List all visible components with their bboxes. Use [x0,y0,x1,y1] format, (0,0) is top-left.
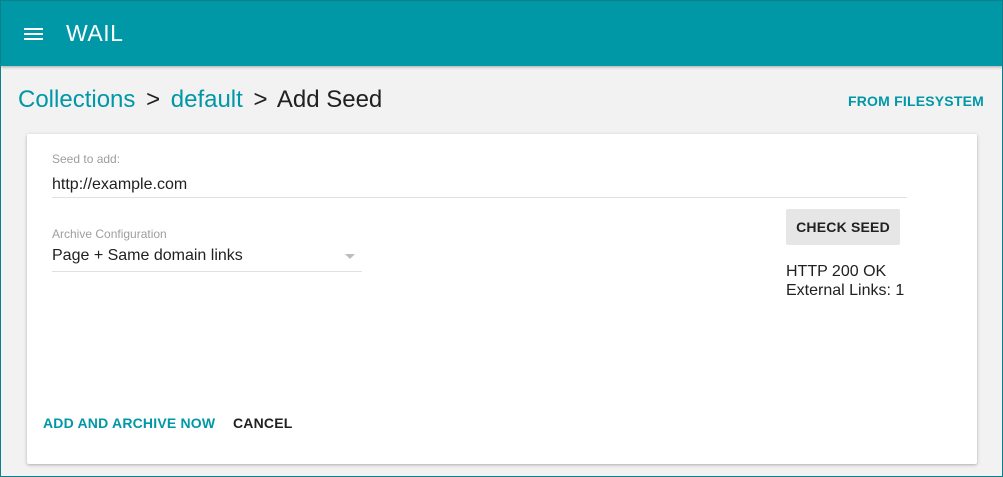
archive-config-select[interactable]: Page + Same domain links [52,244,362,272]
app-bar: WAIL [1,1,1002,66]
breadcrumb-default-link[interactable]: default [171,86,243,113]
app-window: WAIL Collections > default > Add Seed FR… [0,0,1003,477]
breadcrumb-collections-link[interactable]: Collections [18,86,135,113]
breadcrumb: Collections > default > Add Seed [18,86,382,114]
add-and-archive-button[interactable]: ADD AND ARCHIVE NOW [43,415,215,431]
archive-config-label: Archive Configuration [52,227,167,241]
breadcrumb-separator: > [253,86,268,113]
http-status-text: HTTP 200 OK [786,263,887,280]
archive-config-value: Page + Same domain links [52,247,243,264]
from-filesystem-button[interactable]: FROM FILESYSTEM [848,93,984,109]
add-seed-card: Seed to add: Archive Configuration Page … [27,134,977,464]
seed-label: Seed to add: [52,152,121,166]
external-links-text: External Links: 1 [786,282,905,299]
hamburger-menu-icon[interactable] [24,25,43,42]
dropdown-arrow-icon [345,254,355,259]
cancel-button[interactable]: CANCEL [233,415,293,431]
breadcrumb-separator: > [146,86,161,113]
seed-status: HTTP 200 OK External Links: 1 [786,262,904,300]
app-title: WAIL [66,20,124,46]
seed-input[interactable] [52,172,907,198]
breadcrumb-current: Add Seed [276,86,383,113]
check-seed-button[interactable]: CHECK SEED [786,209,900,245]
